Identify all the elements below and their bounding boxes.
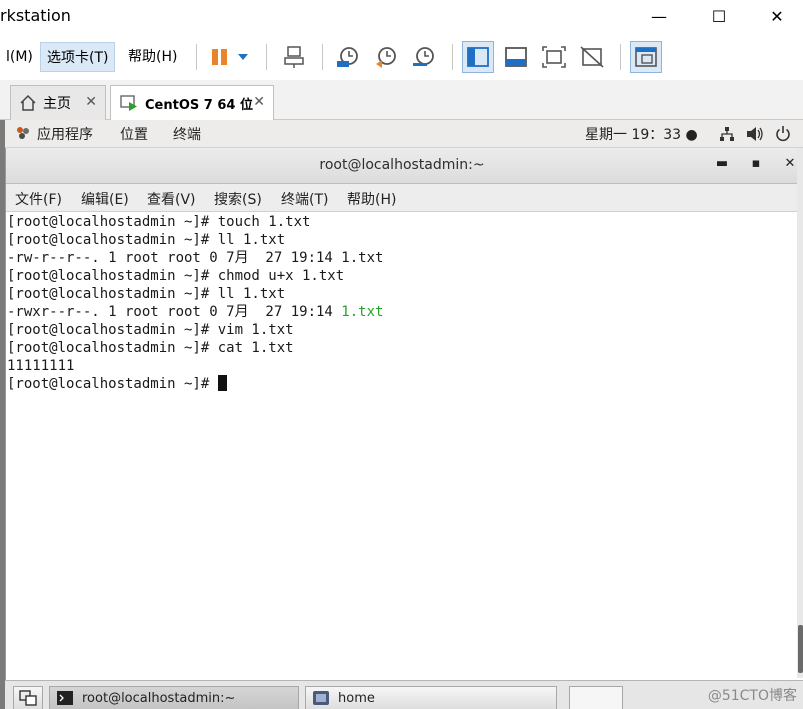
terminal-line: [root@localhostadmin ~]# touch 1.txt <box>7 214 311 230</box>
terminal-menu-bar: 文件(F) 编辑(E) 查看(V) 搜索(S) 终端(T) 帮助(H) <box>6 184 798 212</box>
terminal-line: [root@localhostadmin ~]# cat 1.txt <box>7 340 294 356</box>
gnome-terminal-menu[interactable]: 终端 <box>173 124 201 144</box>
terminal-output[interactable]: [root@localhostadmin ~]# touch 1.txt [ro… <box>7 213 797 680</box>
tab-home-label: 主页 <box>43 96 71 112</box>
vmware-close-button[interactable]: ✕ <box>748 0 803 32</box>
console-view-icon[interactable] <box>630 41 662 73</box>
vm-scrollbar-thumb[interactable] <box>798 625 803 673</box>
terminal-line: -rwxr--r--. 1 root root 0 7月 27 19:14 1.… <box>7 303 797 321</box>
terminal-maximize-button[interactable]: ▪ <box>746 156 766 176</box>
volume-icon[interactable] <box>746 126 764 146</box>
vmware-maximize-button[interactable]: ☐ <box>690 0 748 32</box>
menu-tabs[interactable]: 选项卡(T) <box>40 42 116 72</box>
tab-centos-label: CentOS 7 64 位 <box>145 97 253 113</box>
gnome-applications-menu[interactable]: 应用程序 <box>37 124 93 144</box>
tab-home-close-icon[interactable]: ✕ <box>85 94 97 110</box>
snapshot-revert-icon[interactable] <box>370 41 402 73</box>
toolbar-separator <box>452 44 453 70</box>
network-icon[interactable] <box>719 126 735 146</box>
toolbar-separator <box>620 44 621 70</box>
snapshot-manager-icon[interactable] <box>408 41 440 73</box>
taskbar-item-terminal[interactable]: root@localhostadmin:~ <box>49 686 299 709</box>
terminal-line: [root@localhostadmin ~]# ll 1.txt <box>7 232 286 248</box>
toolbar-separator <box>196 44 197 70</box>
tab-centos-close-icon[interactable]: ✕ <box>253 94 265 110</box>
terminal-menu-terminal[interactable]: 终端(T) <box>281 189 328 209</box>
tab-home[interactable]: 主页 ✕ <box>10 85 106 120</box>
home-icon <box>19 94 37 112</box>
vmware-title-bar: rkstation — ☐ ✕ <box>0 0 803 34</box>
vmware-tab-bar: 主页 ✕ CentOS 7 64 位 ✕ <box>0 80 803 120</box>
tab-centos[interactable]: CentOS 7 64 位 ✕ <box>110 85 274 120</box>
toolbar-separator <box>322 44 323 70</box>
vmware-minimize-button[interactable]: — <box>630 0 688 32</box>
terminal-minimize-button[interactable]: ▬ <box>712 156 732 176</box>
menu-vm[interactable]: l(M) <box>0 42 39 72</box>
gnome-apps-icon <box>15 125 31 145</box>
gnome-clock[interactable]: 星期一 19：33 ● <box>585 124 698 144</box>
terminal-prompt: [root@localhostadmin ~]# <box>7 376 218 392</box>
terminal-menu-search[interactable]: 搜索(S) <box>214 189 262 209</box>
terminal-title: root@localhostadmin:~ <box>319 157 485 173</box>
show-thumbnails-icon[interactable] <box>500 41 532 73</box>
terminal-line: [root@localhostadmin ~]# vim 1.txt <box>7 322 294 338</box>
workspace-switcher[interactable] <box>569 686 623 709</box>
terminal-menu-help[interactable]: 帮助(H) <box>347 189 396 209</box>
menu-help[interactable]: 帮助(H) <box>122 42 183 72</box>
power-icon[interactable] <box>775 125 791 146</box>
terminal-line: -rw-r--r--. 1 root root 0 7月 27 19:14 1.… <box>7 250 384 266</box>
terminal-line-prefix: -rwxr--r--. 1 root root 0 7月 27 19:14 <box>7 304 342 320</box>
full-screen-icon[interactable] <box>538 41 570 73</box>
terminal-menu-view[interactable]: 查看(V) <box>147 189 196 209</box>
terminal-app-icon <box>56 690 74 706</box>
terminal-window: root@localhostadmin:~ ▬ ▪ ✕ 文件(F) 编辑(E) … <box>5 148 798 680</box>
vm-running-icon <box>119 94 139 112</box>
terminal-menu-file[interactable]: 文件(F) <box>15 189 62 209</box>
send-ctrl-alt-del-icon[interactable] <box>278 41 310 73</box>
vm-scrollbar-track[interactable] <box>797 148 803 678</box>
terminal-prompt-line[interactable]: [root@localhostadmin ~]# <box>7 375 797 393</box>
terminal-menu-edit[interactable]: 编辑(E) <box>81 189 129 209</box>
taskbar-item-home[interactable]: home <box>305 686 557 709</box>
gnome-places-menu[interactable]: 位置 <box>120 124 148 144</box>
file-manager-icon <box>312 690 330 706</box>
vmware-window-title: rkstation <box>0 6 71 25</box>
terminal-cursor <box>217 375 227 391</box>
terminal-line: [root@localhostadmin ~]# chmod u+x 1.txt <box>7 268 345 284</box>
watermark-text: @51CTO博客 <box>707 688 797 704</box>
toolbar-separator <box>266 44 267 70</box>
show-desktop-icon[interactable] <box>13 686 43 709</box>
vmware-toolbar: l(M) 选项卡(T) 帮助(H) <box>0 38 803 76</box>
gnome-bottom-taskbar: root@localhostadmin:~ home @51CTO博客 <box>5 680 803 709</box>
taskbar-item-home-label: home <box>338 690 375 706</box>
terminal-title-bar[interactable]: root@localhostadmin:~ ▬ ▪ ✕ <box>6 148 798 184</box>
terminal-line: 11111111 <box>7 358 75 374</box>
executable-filename: 1.txt <box>341 304 384 320</box>
unity-mode-icon[interactable] <box>576 41 608 73</box>
pause-dropdown-icon[interactable] <box>232 41 254 73</box>
snapshot-take-icon[interactable] <box>332 41 364 73</box>
show-library-icon[interactable] <box>462 41 494 73</box>
taskbar-item-terminal-label: root@localhostadmin:~ <box>82 690 236 706</box>
terminal-line: [root@localhostadmin ~]# ll 1.txt <box>7 286 286 302</box>
gnome-top-bar: 应用程序 位置 终端 星期一 19：33 ● <box>5 120 803 148</box>
